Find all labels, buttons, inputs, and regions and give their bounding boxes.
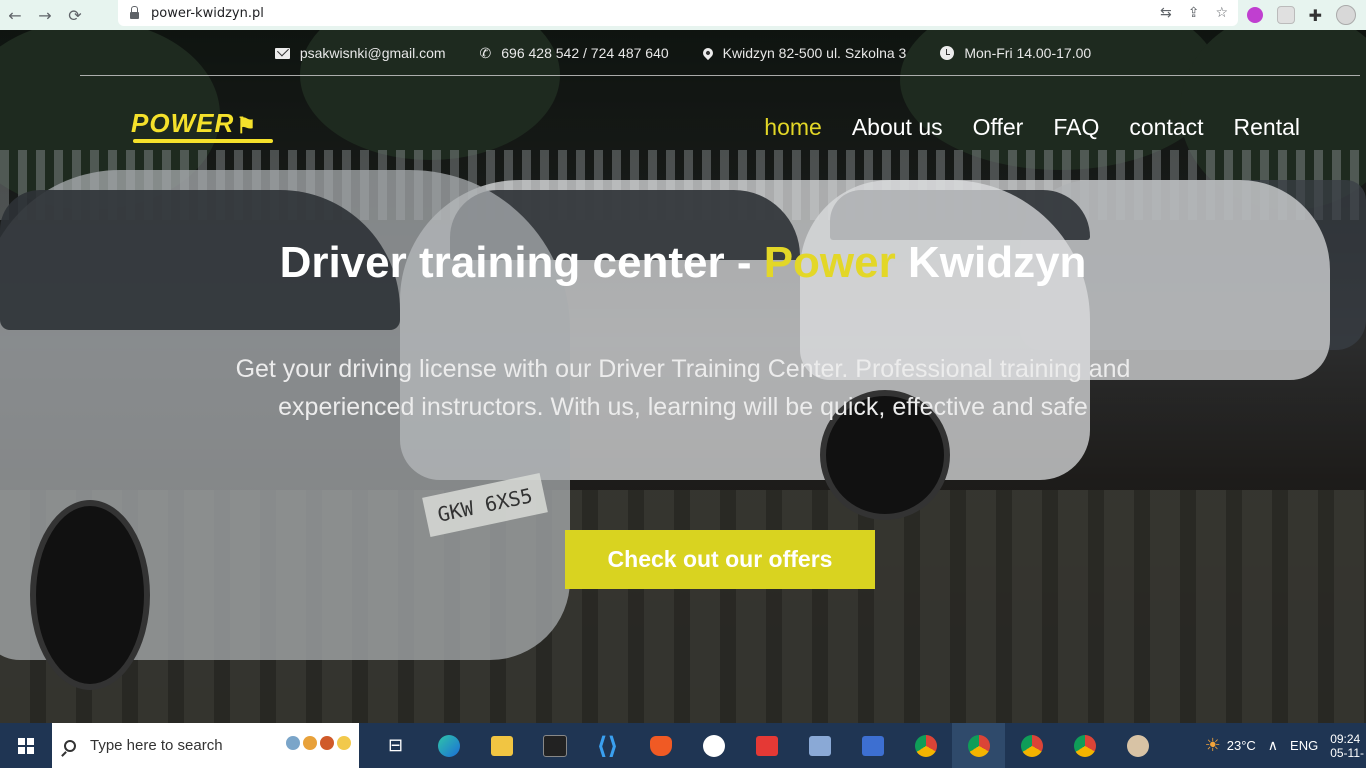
clock-icon	[940, 46, 955, 60]
site-logo[interactable]: POWER ⚑	[131, 108, 273, 143]
extension-icon[interactable]	[1276, 6, 1295, 24]
search-placeholder: Type here to search	[90, 737, 223, 754]
extension-icon[interactable]	[1246, 7, 1263, 23]
logo-text: POWER	[131, 108, 235, 138]
email-text: psakwisnki@gmail.com	[299, 45, 446, 61]
language-indicator[interactable]: ENG	[1290, 738, 1318, 753]
share-icon[interactable]: ⇪	[1188, 5, 1200, 21]
weather-icon: ☀	[1204, 735, 1221, 755]
hero-description: Get your driving license with our Driver…	[235, 355, 1131, 421]
app-store-icon[interactable]	[687, 723, 740, 768]
remote-desktop-icon[interactable]	[846, 723, 899, 768]
taskbar-clock[interactable]: 09:24 05-11-	[1330, 732, 1364, 760]
chrome-profile-icon[interactable]	[952, 723, 1005, 768]
phone-text: 696 428 542 / 724 487 640	[501, 45, 669, 61]
nav-faq[interactable]: FAQ	[1053, 114, 1099, 141]
hero-title-accent: Power	[763, 238, 896, 287]
task-view-icon[interactable]: ⊟	[369, 723, 422, 768]
taskbar-search[interactable]: Type here to search	[52, 723, 359, 768]
hours-info: Mon-Fri 14.00-17.00	[940, 45, 1091, 61]
chrome-profile-icon[interactable]	[1058, 723, 1111, 768]
chrome-icon[interactable]	[899, 723, 952, 768]
address-text: Kwidzyn 82-500 ul. Szkolna 3	[722, 45, 907, 61]
logo-swoosh	[133, 139, 273, 143]
clock-date: 05-11-	[1330, 745, 1364, 760]
weather-widget[interactable]: ☀ 23°C	[1205, 735, 1256, 756]
search-highlight-icon	[286, 736, 351, 750]
envelope-icon	[274, 47, 290, 59]
windows-logo-icon	[18, 737, 34, 754]
hero-title: Driver training center - Power Kwidzyn	[0, 238, 1366, 288]
location-pin-icon	[700, 45, 715, 61]
paint-icon[interactable]	[1111, 723, 1164, 768]
terminal-icon[interactable]	[528, 723, 581, 768]
vscode-icon[interactable]: ⟨⟩	[581, 723, 634, 768]
lock-icon[interactable]	[130, 5, 139, 19]
address-bar[interactable]: power-kwidzyn.pl ⇆ ⇪ ☆	[118, 0, 1238, 26]
hero-section: GKW 6XS5 psakwisnki@gmail.com ✆ 696 428 …	[0, 30, 1366, 723]
check-offers-button[interactable]: Check out our offers	[565, 530, 875, 589]
hero-title-main: Driver training center -	[279, 238, 764, 287]
logo-mark-icon: ⚑	[236, 113, 256, 138]
phone-info[interactable]: ✆ 696 428 542 / 724 487 640	[480, 45, 669, 62]
browser-toolbar: ← → ⟳ power-kwidzyn.pl ⇆ ⇪ ☆ ✚	[0, 0, 1366, 30]
system-tray: ☀ 23°C ∧ ENG 09:24 05-11-	[1205, 723, 1366, 768]
forward-icon[interactable]: →	[30, 0, 60, 30]
email-info[interactable]: psakwisnki@gmail.com	[274, 45, 446, 61]
translate-icon[interactable]: ⇆	[1160, 5, 1172, 21]
chevron-up-icon[interactable]: ∧	[1268, 737, 1278, 754]
nav-contact[interactable]: contact	[1129, 114, 1203, 141]
chrome-profile-icon[interactable]	[1005, 723, 1058, 768]
clock-time: 09:24	[1330, 731, 1361, 746]
phone-icon: ✆	[479, 44, 492, 61]
divider	[80, 75, 1360, 76]
hours-text: Mon-Fri 14.00-17.00	[964, 45, 1092, 61]
main-navigation: home About us Offer FAQ contact Rental	[764, 114, 1300, 141]
url-text: power-kwidzyn.pl	[151, 5, 264, 21]
temperature-text: 23°C	[1226, 738, 1256, 753]
reload-icon[interactable]: ⟳	[60, 0, 90, 30]
extensions-puzzle-icon[interactable]: ✚	[1309, 6, 1322, 25]
search-icon	[64, 739, 76, 752]
nav-about-us[interactable]: About us	[852, 114, 943, 141]
start-button[interactable]	[0, 723, 52, 768]
back-icon[interactable]: ←	[0, 0, 30, 30]
hero-title-end: Kwidzyn	[895, 238, 1087, 287]
profile-avatar[interactable]	[1336, 5, 1356, 25]
windows-taskbar: Type here to search ⊟ ⟨⟩ ☀ 23°C ∧ ENG 09…	[0, 723, 1366, 768]
brave-icon[interactable]	[634, 723, 687, 768]
edge-icon[interactable]	[422, 723, 475, 768]
nav-rental[interactable]: Rental	[1234, 114, 1300, 141]
security-app-icon[interactable]	[740, 723, 793, 768]
address-info: Kwidzyn 82-500 ul. Szkolna 3	[700, 45, 907, 61]
network-app-icon[interactable]	[793, 723, 846, 768]
bookmark-star-icon[interactable]: ☆	[1215, 5, 1228, 21]
nav-home[interactable]: home	[764, 114, 822, 141]
file-explorer-icon[interactable]	[475, 723, 528, 768]
contact-info-bar: psakwisnki@gmail.com ✆ 696 428 542 / 724…	[0, 38, 1366, 68]
nav-offer[interactable]: Offer	[973, 114, 1024, 141]
